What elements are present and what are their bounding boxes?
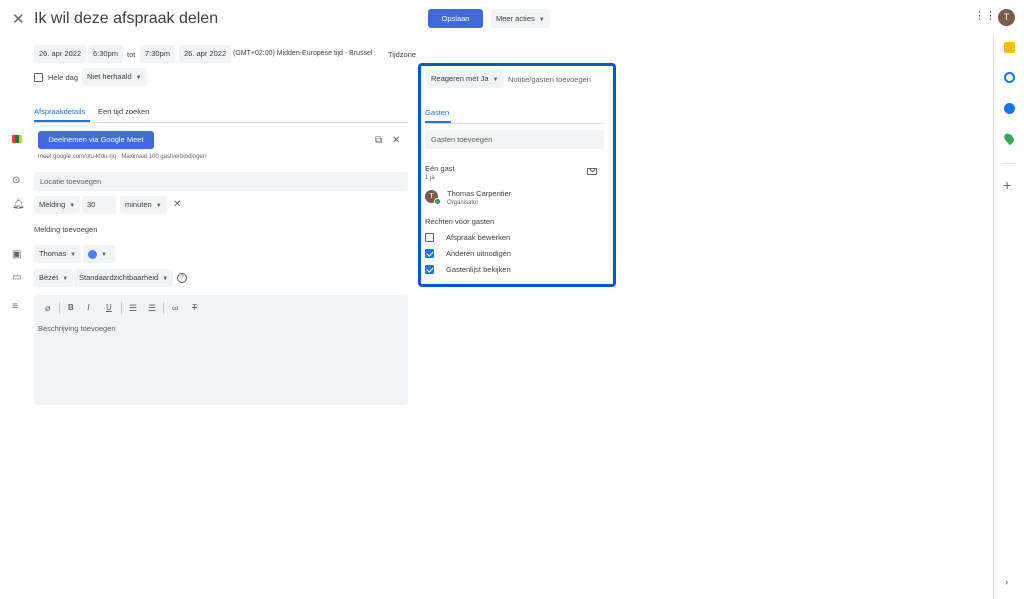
description-editor[interactable] <box>34 295 408 405</box>
chevron-down-icon: ▼ <box>492 77 499 83</box>
numbered-list-icon[interactable]: ☰ <box>129 303 137 313</box>
permission-edit-label: Afspraak bewerken <box>446 233 511 242</box>
end-date[interactable]: 26. apr 2022 <box>179 45 232 63</box>
maps-icon[interactable] <box>1002 131 1016 146</box>
chevron-down-icon: ▼ <box>70 252 77 258</box>
guest-name[interactable]: Thomas Carpentier <box>447 189 511 198</box>
permission-invite-checkbox[interactable] <box>425 249 434 258</box>
description-icon: ≡ <box>12 301 18 312</box>
rsvp-dropdown[interactable]: Reageren met Ja ▼ <box>426 70 504 88</box>
clear-format-icon[interactable]: T <box>192 303 197 313</box>
color-dropdown[interactable]: ▼ <box>83 245 115 263</box>
add-note-link[interactable]: Notitie/gasten toevoegen <box>508 75 591 84</box>
remove-meet-icon[interactable]: ✕ <box>392 136 400 146</box>
bell-icon: 🔔︎ <box>12 199 25 210</box>
keep-icon[interactable] <box>1004 42 1015 53</box>
description-placeholder: Beschrijving toevoegen <box>38 324 116 333</box>
chevron-down-icon: ▼ <box>538 17 545 23</box>
page-title[interactable]: Ik wil deze afspraak delen <box>34 10 218 28</box>
toolbar-divider <box>121 302 122 314</box>
add-guests-input[interactable]: Gasten toevoegen <box>425 130 604 149</box>
meet-link[interactable]: meet.google.com/otu-kfdu-rjq · Maximaal … <box>38 154 206 160</box>
side-rail <box>993 34 994 599</box>
bold-icon[interactable]: B <box>68 303 74 313</box>
permissions-title: Rechten voor gasten <box>425 217 495 226</box>
close-icon[interactable]: ✕ <box>12 12 25 27</box>
chevron-down-icon: ▼ <box>101 252 107 258</box>
save-button[interactable]: Opslaan <box>428 9 483 28</box>
tab-find-time[interactable]: Een tijd zoeken <box>98 107 149 116</box>
briefcase-icon: ▭ <box>12 272 22 283</box>
email-guests-icon[interactable] <box>587 168 597 175</box>
calendar-icon: ▣ <box>12 249 22 260</box>
start-time[interactable]: 6:30pm <box>88 45 124 63</box>
attachment-icon[interactable]: ⌀ <box>45 303 50 313</box>
guest-role: Organisator <box>447 200 479 206</box>
chevron-down-icon: ▼ <box>69 203 76 209</box>
location-input[interactable]: Locatie toevoegen <box>34 172 408 191</box>
remove-notification-icon[interactable]: ✕ <box>173 200 181 210</box>
notification-type[interactable]: Melding ▼ <box>34 196 81 214</box>
tabs-divider <box>34 122 408 123</box>
calendar-dropdown[interactable]: Thomas ▼ <box>34 245 82 263</box>
permission-edit-checkbox[interactable] <box>425 233 434 242</box>
permission-see-list-checkbox[interactable] <box>425 265 434 274</box>
bulleted-list-icon[interactable]: ☰ <box>148 303 156 313</box>
tasks-icon[interactable] <box>1004 72 1015 83</box>
color-dot <box>88 249 97 259</box>
guest-accepted-icon: ✓ <box>434 198 441 205</box>
repeat-dropdown[interactable]: Niet herhaald ▼ <box>82 68 147 86</box>
notification-unit[interactable]: minuten ▼ <box>120 196 167 214</box>
permission-invite-label: Anderen uitnodigen <box>446 249 512 258</box>
to-label: tot <box>127 50 136 59</box>
rail-divider <box>1002 163 1016 164</box>
location-icon: ⊙ <box>12 175 21 186</box>
help-icon[interactable]: ? <box>177 273 187 283</box>
more-actions-button[interactable]: Meer acties ▼ <box>491 9 550 28</box>
contacts-icon[interactable] <box>1004 103 1015 114</box>
chevron-down-icon: ▼ <box>162 276 169 282</box>
all-day-checkbox[interactable] <box>34 73 43 82</box>
chevron-down-icon: ▼ <box>62 276 69 282</box>
apps-grid-icon[interactable]: ⋮⋮ <box>974 11 996 22</box>
timezone-text: (GMT+02:00) Midden-Europese tijd - Bruss… <box>233 50 373 57</box>
end-time[interactable]: 7:30pm <box>140 45 176 63</box>
chevron-right-icon[interactable]: › <box>1005 578 1008 588</box>
chevron-down-icon: ▼ <box>135 75 142 81</box>
link-icon[interactable]: ∞ <box>172 303 178 313</box>
guest-count-title: Eén gast <box>425 164 455 173</box>
visibility-dropdown[interactable]: Standaardzichtbaarheid ▼ <box>74 269 174 287</box>
add-icon[interactable]: + <box>1003 178 1011 192</box>
italic-icon[interactable]: I <box>87 303 90 313</box>
chevron-down-icon: ▼ <box>155 203 162 209</box>
join-meet-button[interactable]: Deelnemen via Google Meet <box>38 131 154 149</box>
start-date[interactable]: 26. apr 2022 <box>34 45 87 63</box>
toolbar-divider <box>163 302 164 314</box>
all-day-label: Hele dag <box>48 73 79 82</box>
avatar[interactable]: T <box>998 9 1015 26</box>
underline-icon[interactable]: U <box>106 303 112 313</box>
permission-see-list-label: Gastenlijst bekijken <box>446 265 511 274</box>
toolbar-divider <box>59 302 60 314</box>
notification-amount[interactable]: 30 <box>82 196 116 214</box>
guests-tab-divider <box>425 123 604 124</box>
timezone-link[interactable]: Tijdzone <box>388 50 416 59</box>
tab-guests[interactable]: Gasten <box>425 108 449 117</box>
busy-dropdown[interactable]: Bezet ▼ <box>34 269 74 287</box>
google-meet-icon <box>12 135 22 143</box>
tab-details[interactable]: Afspraakdetails <box>34 107 85 116</box>
add-notification-link[interactable]: Melding toevoegen <box>34 225 97 234</box>
copy-icon[interactable]: ⧉ <box>375 136 382 146</box>
guest-count-sub: 1 ja <box>425 175 435 181</box>
